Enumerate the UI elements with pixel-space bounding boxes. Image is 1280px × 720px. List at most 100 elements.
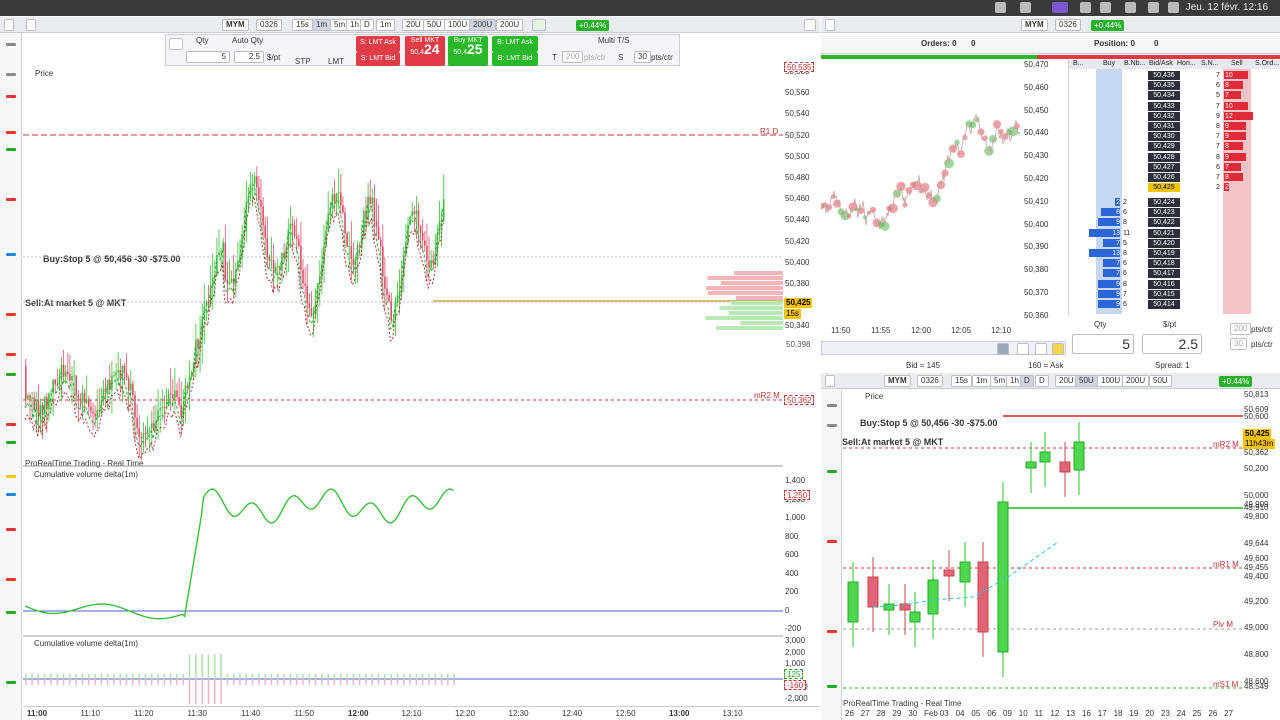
arrow-icon[interactable] [6, 313, 16, 316]
daily-buy-stop-label[interactable]: Buy:Stop 5 @ 50,456 -30 -$75.00 [860, 418, 997, 428]
lock-icon[interactable] [1052, 343, 1064, 355]
trash-icon[interactable] [6, 73, 16, 76]
target-icon[interactable] [6, 353, 16, 356]
units-select[interactable]: 200U [496, 19, 523, 31]
tf-15s[interactable]: 15s [951, 375, 972, 387]
s-input[interactable]: 30 [634, 51, 651, 63]
zoom-in-icon[interactable] [1035, 343, 1047, 355]
zoom-fit-icon[interactable] [997, 343, 1009, 355]
dom-row[interactable]: 50,433 7 10 [1068, 102, 1280, 111]
tf-15s[interactable]: 15s [292, 19, 313, 31]
channel-icon[interactable] [6, 253, 16, 256]
dom-row[interactable]: 50,418 6 7 [1068, 259, 1280, 268]
dom-row[interactable]: 50,423 6 8 [1068, 208, 1280, 217]
zoom-out-icon[interactable] [1017, 343, 1029, 355]
interval-select[interactable]: D [1035, 375, 1049, 387]
dom-row[interactable]: 50,436 7 10 [1068, 71, 1280, 80]
contract-select[interactable]: 0326 [1055, 19, 1081, 31]
hline-icon[interactable] [827, 470, 837, 473]
tf-1m[interactable]: 1m [972, 375, 991, 387]
down-arrow-icon[interactable] [6, 423, 16, 426]
sell-limit-bid-button[interactable]: S: LMT Bid [356, 52, 400, 66]
control-center-icon[interactable] [1148, 2, 1159, 13]
app-icon[interactable] [995, 2, 1006, 13]
dom-row[interactable]: 50,416 8 9 [1068, 280, 1280, 289]
contract-select[interactable]: 0326 [256, 19, 282, 31]
dom-row[interactable]: 50,426 7 8 [1068, 173, 1280, 182]
unit-100u[interactable]: 100U [1097, 375, 1124, 387]
dollar-per-pt-input[interactable]: 2.5 [234, 51, 264, 63]
magnet-icon[interactable] [6, 528, 16, 531]
dom-row[interactable]: 50,431 8 9 [1068, 122, 1280, 131]
ellipse-icon[interactable] [6, 578, 16, 581]
close-icon[interactable] [4, 19, 14, 31]
tf-1m[interactable]: 1m [312, 19, 331, 31]
unit-50u[interactable]: 50U [1075, 375, 1098, 387]
wrench-icon[interactable] [169, 38, 183, 50]
dom-dollar-input[interactable]: 2.5 [1142, 334, 1202, 354]
cursor-icon[interactable] [827, 404, 837, 407]
search-icon[interactable] [1125, 2, 1136, 13]
dom-qty-input[interactable]: 5 [1072, 334, 1134, 354]
dom-row[interactable]: 50,414 6 9 [1068, 300, 1280, 309]
dom-row[interactable]: 50,417 6 7 [1068, 269, 1280, 278]
buy-market-button[interactable]: Buy MKT 50,425 [448, 36, 488, 66]
t-checkbox[interactable]: T [552, 53, 557, 62]
tf-d[interactable]: D [1020, 375, 1034, 387]
settings-icon[interactable] [827, 685, 837, 688]
dom-row[interactable]: 50,421 11 13 [1068, 229, 1280, 238]
symbol-select[interactable]: MYM [222, 19, 249, 31]
daily-sell-market-label[interactable]: Sell:At market 5 @ MKT [842, 437, 943, 447]
dom-row[interactable]: 50,422 8 9 [1068, 218, 1280, 227]
tick-scrollbar[interactable] [821, 341, 1066, 355]
tf-d[interactable]: D [360, 19, 374, 31]
wifi-icon[interactable] [1100, 2, 1111, 13]
app-icon[interactable] [1020, 2, 1031, 13]
contract-select[interactable]: 0326 [917, 375, 943, 387]
dom-row[interactable]: 50,425 2 2 [1068, 183, 1280, 192]
unit-100u[interactable]: 100U [444, 19, 471, 31]
cursor-icon[interactable] [6, 43, 16, 46]
buy-limit-bid-button[interactable]: B: LMT Bid [492, 52, 538, 66]
close-icon[interactable] [804, 19, 816, 31]
unit-200u[interactable]: 200U [469, 19, 496, 31]
dom-row[interactable]: 50,432 9 12 [1068, 112, 1280, 121]
window-icon[interactable] [26, 19, 36, 31]
qty-input[interactable]: 5 [186, 51, 230, 63]
buy-limit-ask-button[interactable]: B: LMT Ask [492, 36, 538, 52]
dom-row[interactable]: 50,435 6 8 [1068, 81, 1280, 90]
line-icon[interactable] [6, 95, 16, 98]
app-icon[interactable] [1052, 2, 1068, 13]
sell-market-button[interactable]: Sell MKT 50,424 [405, 36, 445, 66]
arrow-icon[interactable] [827, 630, 837, 633]
dom-row[interactable]: 50,434 5 7 [1068, 91, 1280, 100]
pen-icon[interactable] [6, 611, 16, 614]
units-select[interactable]: 50U [1149, 375, 1172, 387]
dom-row[interactable]: 50,429 7 8 [1068, 142, 1280, 151]
dom-row[interactable]: 50,430 7 9 [1068, 132, 1280, 141]
symbol-select[interactable]: MYM [884, 375, 911, 387]
t-input[interactable]: 200 [562, 51, 583, 63]
dom-t-input[interactable]: 200 [1230, 323, 1251, 335]
chart-type-icon[interactable] [532, 19, 546, 31]
dom-row[interactable]: 50,427 6 7 [1068, 163, 1280, 172]
app-icon[interactable] [1080, 2, 1091, 13]
s-checkbox[interactable]: S [618, 53, 623, 62]
up-arrow-icon[interactable] [6, 441, 16, 444]
interval-select[interactable]: 1m [376, 19, 395, 31]
close-icon[interactable] [825, 19, 835, 31]
close-icon[interactable] [825, 375, 835, 387]
tick-chart-svg[interactable] [821, 60, 1021, 325]
hline-icon[interactable] [6, 131, 16, 134]
main-chart-svg[interactable] [23, 66, 783, 706]
target-icon[interactable] [6, 373, 16, 376]
line-icon[interactable] [827, 540, 837, 543]
trendline-icon[interactable] [6, 198, 16, 201]
text-icon[interactable] [6, 493, 16, 496]
warning-icon[interactable] [6, 475, 16, 478]
unit-50u[interactable]: 50U [423, 19, 446, 31]
dom-row[interactable]: 50,419 8 13 [1068, 249, 1280, 258]
settings-icon[interactable] [6, 681, 16, 684]
dom-row[interactable]: 50,428 8 9 [1068, 153, 1280, 162]
hline-icon[interactable] [6, 148, 16, 151]
